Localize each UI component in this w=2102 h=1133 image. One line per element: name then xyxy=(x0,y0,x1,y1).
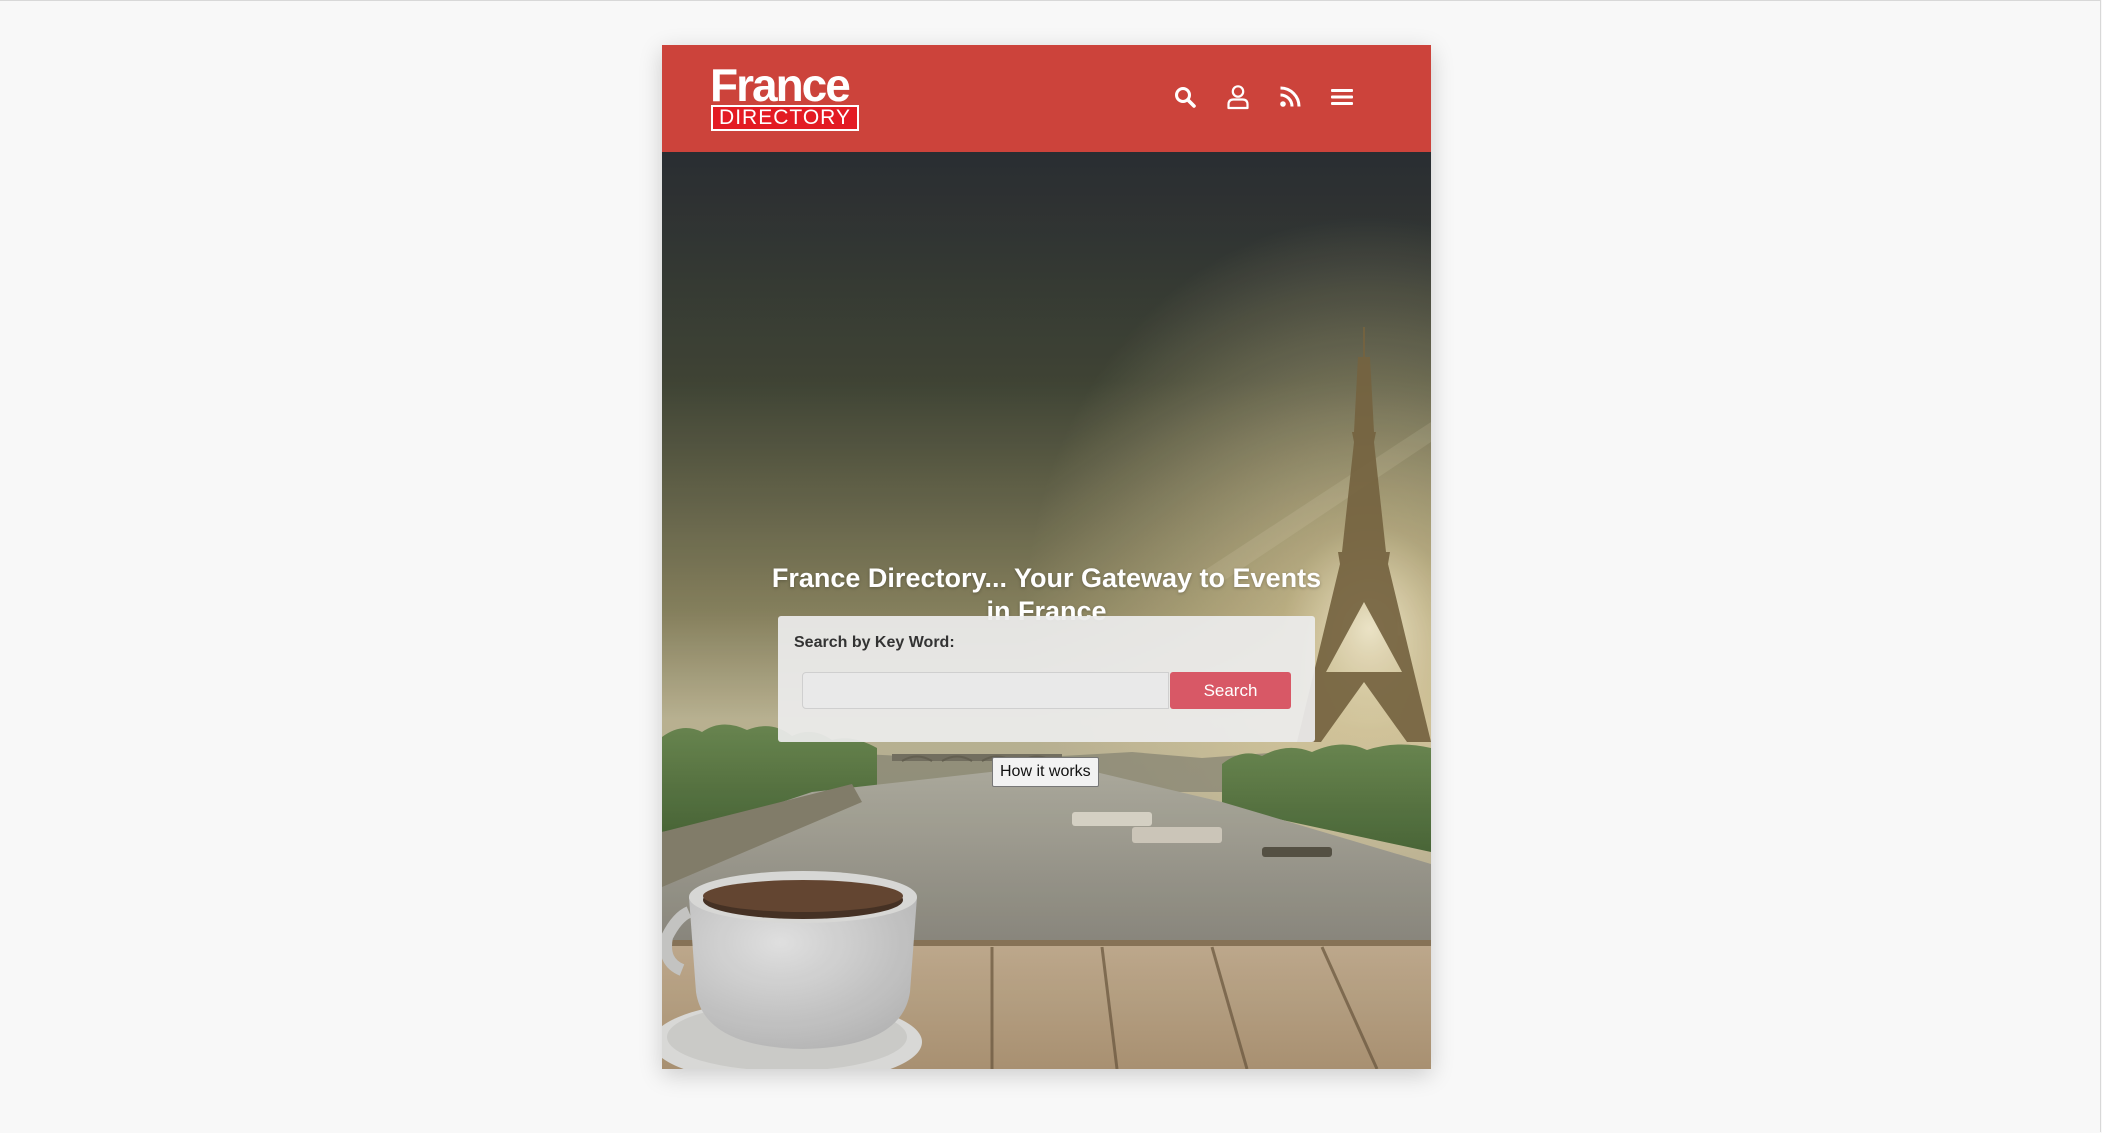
site-logo[interactable]: France DIRECTORY xyxy=(710,59,862,131)
menu-icon[interactable] xyxy=(1324,75,1360,119)
site-header: France DIRECTORY xyxy=(662,45,1431,152)
user-icon[interactable] xyxy=(1220,75,1256,119)
rss-icon[interactable] xyxy=(1272,75,1308,119)
page-container: France DIRECTORY France Directory... You… xyxy=(662,45,1431,1069)
search-label: Search by Key Word: xyxy=(794,634,955,651)
search-button[interactable]: Search xyxy=(1170,672,1291,709)
logo-wordmark: France xyxy=(710,59,851,111)
how-it-works-button[interactable]: How it works xyxy=(992,757,1099,787)
logo-subtitle-badge: DIRECTORY xyxy=(711,105,859,131)
search-input[interactable] xyxy=(802,672,1169,709)
hero-section: France Directory... Your Gateway to Even… xyxy=(662,152,1431,1069)
search-icon[interactable] xyxy=(1167,75,1203,119)
search-panel: Search by Key Word: Search xyxy=(778,616,1315,742)
